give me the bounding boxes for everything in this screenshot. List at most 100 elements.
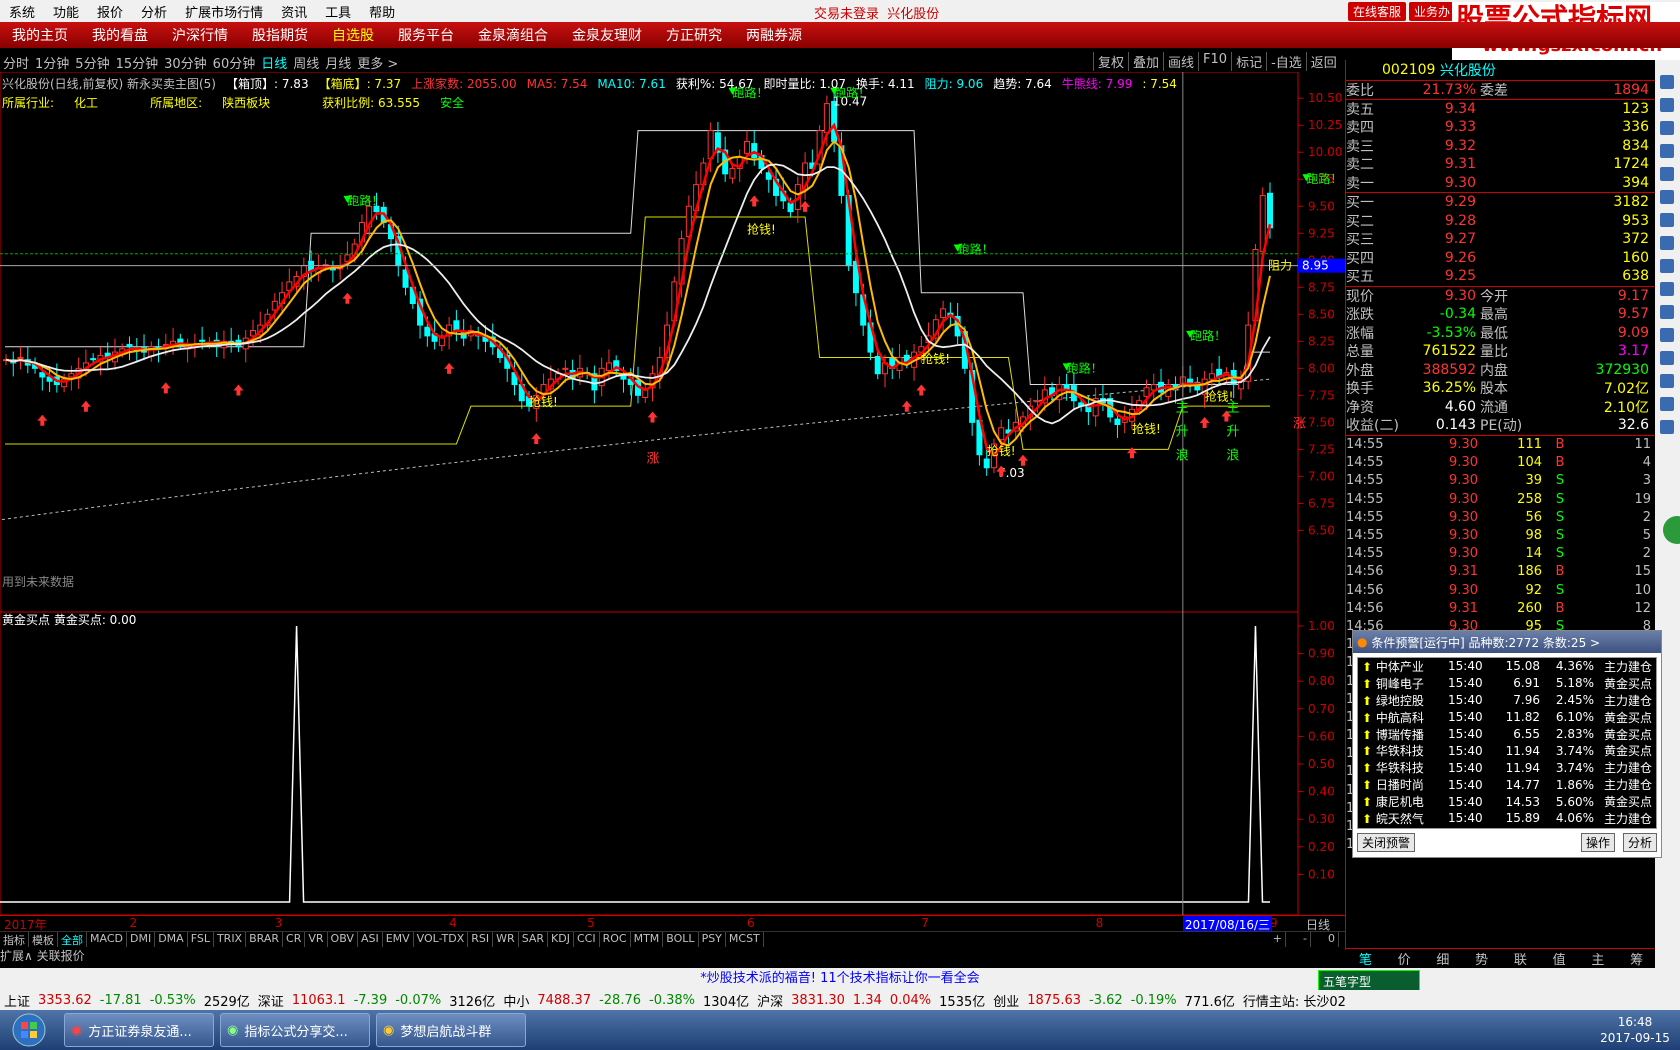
- nav-watchlist[interactable]: 自选股: [320, 25, 386, 45]
- quote-bottom-tab[interactable]: 笔: [1346, 949, 1385, 968]
- business-button[interactable]: 业务办: [1409, 2, 1456, 21]
- tool-icon-15[interactable]: [1660, 397, 1674, 411]
- nav-market[interactable]: 沪深行情: [160, 25, 240, 45]
- nav-margin[interactable]: 两融券源: [734, 25, 814, 45]
- alert-row[interactable]: ⬆ 绿地控股 15:40 7.96 2.45% 主力建仓: [1358, 692, 1656, 709]
- menu-item-system[interactable]: 系统: [0, 2, 44, 21]
- period-intraday[interactable]: 分时: [0, 53, 32, 72]
- indicator-tab[interactable]: 指标: [0, 932, 29, 947]
- remove-watch-button[interactable]: -自选: [1266, 52, 1306, 71]
- extension-bar[interactable]: 扩展∧ 关联报价: [0, 947, 1345, 963]
- period-monthly[interactable]: 月线: [322, 53, 354, 72]
- tool-icon-11[interactable]: [1660, 305, 1674, 319]
- indicator-tab[interactable]: OBV: [328, 932, 358, 947]
- alert-row[interactable]: ⬆ 康尼机电 15:40 14.53 5.60% 黄金买点: [1358, 793, 1656, 810]
- tool-icon-13[interactable]: [1660, 351, 1674, 365]
- notice-bar[interactable]: *炒股技术派的福音! 11个技术指标让你一看全会: [0, 968, 1680, 990]
- period-60min[interactable]: 60分钟: [210, 53, 259, 72]
- tool-icon-8[interactable]: [1660, 236, 1674, 250]
- float-ball-icon[interactable]: [1663, 516, 1680, 544]
- task-formula[interactable]: ◉ 指标公式分享交...: [220, 1013, 370, 1047]
- nav-research[interactable]: 方正研究: [654, 25, 734, 45]
- tool-icon-12[interactable]: [1660, 328, 1674, 342]
- alert-row[interactable]: ⬆ 中航高科 15:40 11.82 6.10% 黄金买点: [1358, 709, 1656, 726]
- alert-row[interactable]: ⬆ 中体产业 15:40 15.08 4.36% 主力建仓: [1358, 658, 1656, 675]
- indicator-tab[interactable]: MACD: [87, 932, 127, 947]
- indicator-tab[interactable]: VOL-TDX: [414, 932, 469, 947]
- tool-icon-10[interactable]: [1660, 282, 1674, 296]
- operate-button[interactable]: 操作: [1580, 833, 1615, 852]
- indicator-chart[interactable]: 0.10 0.20 0.30 0.40 0.50 0.60 0.70 0.80 0.90 1.00…: [0, 612, 1345, 915]
- indicator-tab[interactable]: KDJ: [548, 932, 574, 947]
- alert-row[interactable]: ⬆ 华铁科技 15:40 11.94 3.74% 主力建仓: [1358, 759, 1656, 776]
- analyze-button[interactable]: 分析: [1622, 833, 1657, 852]
- tool-icon-2[interactable]: [1660, 98, 1674, 112]
- login-text[interactable]: 交易未登录: [814, 7, 879, 22]
- tool-icon-16[interactable]: [1660, 420, 1674, 434]
- login-status[interactable]: 交易未登录 兴化股份: [814, 3, 939, 22]
- tool-icon-5[interactable]: [1660, 167, 1674, 181]
- main-kline-chart[interactable]: 6.50 6.75 7.00 7.25 7.50 7.75 8.00 8.25 8.50 8.75…: [0, 72, 1345, 612]
- indicator-tab[interactable]: MTM: [631, 932, 664, 947]
- windows-logo-icon[interactable]: [12, 1013, 46, 1047]
- period-30min[interactable]: 30分钟: [161, 53, 210, 72]
- indicator-tab[interactable]: BOLL: [663, 932, 699, 947]
- indicator-tab[interactable]: ASI: [358, 932, 383, 947]
- indicator-tab[interactable]: ROC: [600, 932, 631, 947]
- indicator-tab[interactable]: CR: [283, 932, 306, 947]
- menu-item-ext-market[interactable]: 扩展市场行情: [176, 2, 272, 21]
- period-daily[interactable]: 日线: [258, 53, 290, 72]
- indicator-tab[interactable]: DMI: [127, 932, 156, 947]
- back-button[interactable]: 返回: [1305, 52, 1341, 71]
- overlay-button[interactable]: 叠加: [1128, 52, 1163, 71]
- nav-my-home[interactable]: 我的主页: [0, 25, 80, 45]
- indicator-tab[interactable]: BRAR: [246, 932, 284, 947]
- period-1min[interactable]: 1分钟: [32, 53, 72, 72]
- alert-row[interactable]: ⬆ 日播时尚 15:40 14.77 1.86% 主力建仓: [1358, 776, 1656, 793]
- indicator-tab[interactable]: RSI: [468, 932, 494, 947]
- period-more[interactable]: 更多 >: [354, 53, 401, 72]
- nav-finance[interactable]: 金泉友理财: [560, 25, 654, 45]
- nav-my-watch[interactable]: 我的看盘: [80, 25, 160, 45]
- tab-zoom-button[interactable]: -: [1300, 932, 1311, 947]
- indicator-tab[interactable]: CCI: [574, 932, 600, 947]
- indicator-tab[interactable]: SAR: [519, 932, 549, 947]
- indicator-tab[interactable]: TRIX: [214, 932, 247, 947]
- tool-icon-7[interactable]: [1660, 213, 1674, 227]
- quote-bottom-tab[interactable]: 势: [1462, 949, 1501, 968]
- start-button[interactable]: [0, 1010, 58, 1050]
- indicator-tab[interactable]: 全部: [58, 932, 87, 947]
- menu-item-quote[interactable]: 报价: [88, 2, 132, 21]
- adjust-button[interactable]: 复权: [1093, 52, 1128, 71]
- indicator-tab[interactable]: FSL: [188, 932, 214, 947]
- f10-button[interactable]: F10: [1198, 52, 1231, 71]
- tool-icon-3[interactable]: [1660, 121, 1674, 135]
- quote-bottom-tab[interactable]: 细: [1424, 949, 1463, 968]
- period-weekly[interactable]: 周线: [290, 53, 322, 72]
- tool-icon-4[interactable]: [1660, 144, 1674, 158]
- tool-icon-14[interactable]: [1660, 374, 1674, 388]
- menu-item-tools[interactable]: 工具: [316, 2, 360, 21]
- tool-icon-9[interactable]: [1660, 259, 1674, 273]
- tool-icon-6[interactable]: [1660, 190, 1674, 204]
- indicator-tab[interactable]: DMA: [155, 932, 188, 947]
- indicator-tab[interactable]: VR: [305, 932, 328, 947]
- menu-item-news[interactable]: 资讯: [272, 2, 316, 21]
- indicator-tab[interactable]: EMV: [383, 932, 414, 947]
- alert-row[interactable]: ⬆ 皖天然气 15:40 15.89 4.06% 主力建仓: [1358, 810, 1656, 827]
- period-15min[interactable]: 15分钟: [113, 53, 162, 72]
- indicator-tab[interactable]: MCST: [726, 932, 764, 947]
- indicator-tab[interactable]: PSY: [699, 932, 726, 947]
- online-service-button[interactable]: 在线客服: [1348, 2, 1407, 21]
- alert-row[interactable]: ⬆ 铜峰电子 15:40 6.91 5.18% 黄金买点: [1358, 675, 1656, 692]
- period-5min[interactable]: 5分钟: [72, 53, 112, 72]
- tool-icon-1[interactable]: [1660, 75, 1674, 89]
- draw-button[interactable]: 画线: [1163, 52, 1198, 71]
- tab-zoom-button[interactable]: 0: [1325, 932, 1339, 947]
- system-clock[interactable]: 16:48 2017-09-15: [1590, 1014, 1680, 1046]
- nav-futures[interactable]: 股指期货: [240, 25, 320, 45]
- nav-portfolio[interactable]: 金泉滴组合: [466, 25, 560, 45]
- alert-popup-header[interactable]: ● 条件预警[运行中] 品种数:2772 条数:25 >: [1353, 631, 1661, 653]
- indicator-tab[interactable]: WR: [493, 932, 519, 947]
- extension-label[interactable]: 扩展∧ 关联报价: [0, 949, 85, 963]
